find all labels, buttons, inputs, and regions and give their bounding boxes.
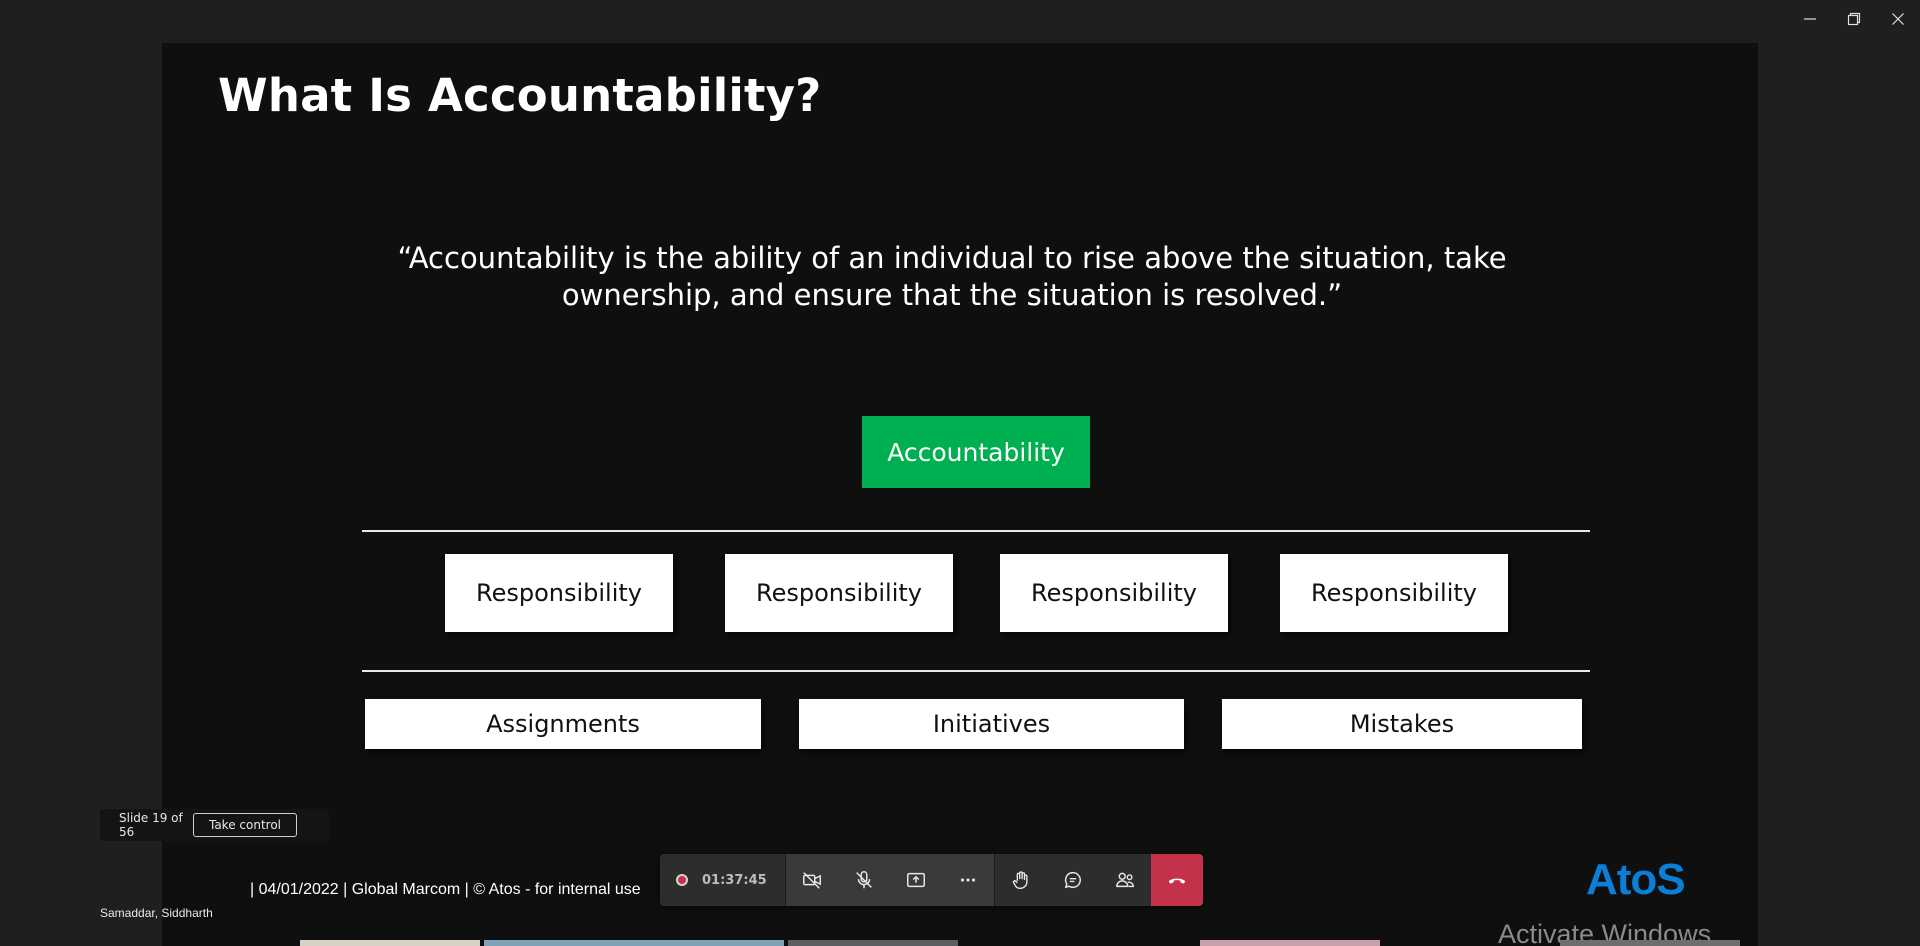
share-screen-icon: [906, 872, 925, 888]
accountability-box: Accountability: [862, 416, 1090, 488]
divider-line-bottom: [362, 670, 1590, 672]
share-button[interactable]: [890, 854, 942, 906]
take-control-button[interactable]: Take control: [193, 813, 297, 837]
responsibility-box-4: Responsibility: [1280, 554, 1508, 632]
more-actions-button[interactable]: [942, 854, 994, 906]
responsibility-box-1: Responsibility: [445, 554, 673, 632]
window-controls: [1788, 0, 1920, 38]
close-icon: [1892, 13, 1904, 25]
participant-thumbnail[interactable]: [1200, 940, 1380, 946]
hang-up-button[interactable]: [1150, 854, 1203, 906]
minimize-icon: [1804, 18, 1816, 20]
atos-logo: AtoS: [1586, 855, 1686, 904]
raise-hand-icon: [1012, 871, 1028, 889]
participants-button[interactable]: [1099, 854, 1151, 906]
participant-thumbnail[interactable]: [484, 940, 784, 946]
camera-off-icon: [802, 872, 821, 889]
meeting-toolbar: 01:37:45: [660, 854, 1203, 906]
divider-line-top: [362, 530, 1590, 532]
slide-counter: Slide 19 of 56: [119, 811, 183, 839]
initiatives-box: Initiatives: [799, 699, 1184, 749]
presenter-name: Samaddar, Siddharth: [100, 906, 213, 920]
slide-navigation-pill: Slide 19 of 56 Take control: [100, 809, 329, 841]
restore-icon: [1847, 12, 1861, 26]
shared-slide: What Is Accountability? “Accountability …: [162, 43, 1758, 946]
slide-title: What Is Accountability?: [218, 69, 822, 122]
slide-footer: | 04/01/2022 | Global Marcom | © Atos - …: [250, 881, 641, 898]
participant-thumbnails-strip: [0, 940, 1920, 946]
participant-thumbnail[interactable]: [788, 940, 958, 946]
mic-off-icon: [855, 871, 872, 889]
close-button[interactable]: [1876, 0, 1920, 38]
assignments-box: Assignments: [365, 699, 761, 749]
more-icon: [960, 878, 975, 882]
chat-button[interactable]: [1047, 854, 1099, 906]
mic-button[interactable]: [838, 854, 890, 906]
chat-icon: [1064, 871, 1081, 889]
responsibility-box-2: Responsibility: [725, 554, 953, 632]
meeting-timer: 01:37:45: [702, 872, 767, 888]
participant-thumbnail[interactable]: [300, 940, 480, 946]
hang-up-icon: [1168, 878, 1185, 884]
teams-meeting-window: What Is Accountability? “Accountability …: [0, 0, 1920, 946]
responsibility-box-3: Responsibility: [1000, 554, 1228, 632]
raise-hand-button[interactable]: [995, 854, 1047, 906]
mistakes-box: Mistakes: [1222, 699, 1582, 749]
minimize-button[interactable]: [1788, 0, 1832, 38]
participants-icon: [1115, 872, 1134, 888]
media-controls: [785, 854, 995, 906]
slide-quote: “Accountability is the ability of an ind…: [397, 241, 1507, 312]
interaction-controls: [994, 854, 1203, 906]
participant-thumbnail[interactable]: [1560, 940, 1740, 946]
camera-button[interactable]: [786, 854, 838, 906]
recording-icon: [676, 874, 688, 886]
restore-button[interactable]: [1832, 0, 1876, 38]
recording-timer: 01:37:45: [660, 854, 786, 906]
